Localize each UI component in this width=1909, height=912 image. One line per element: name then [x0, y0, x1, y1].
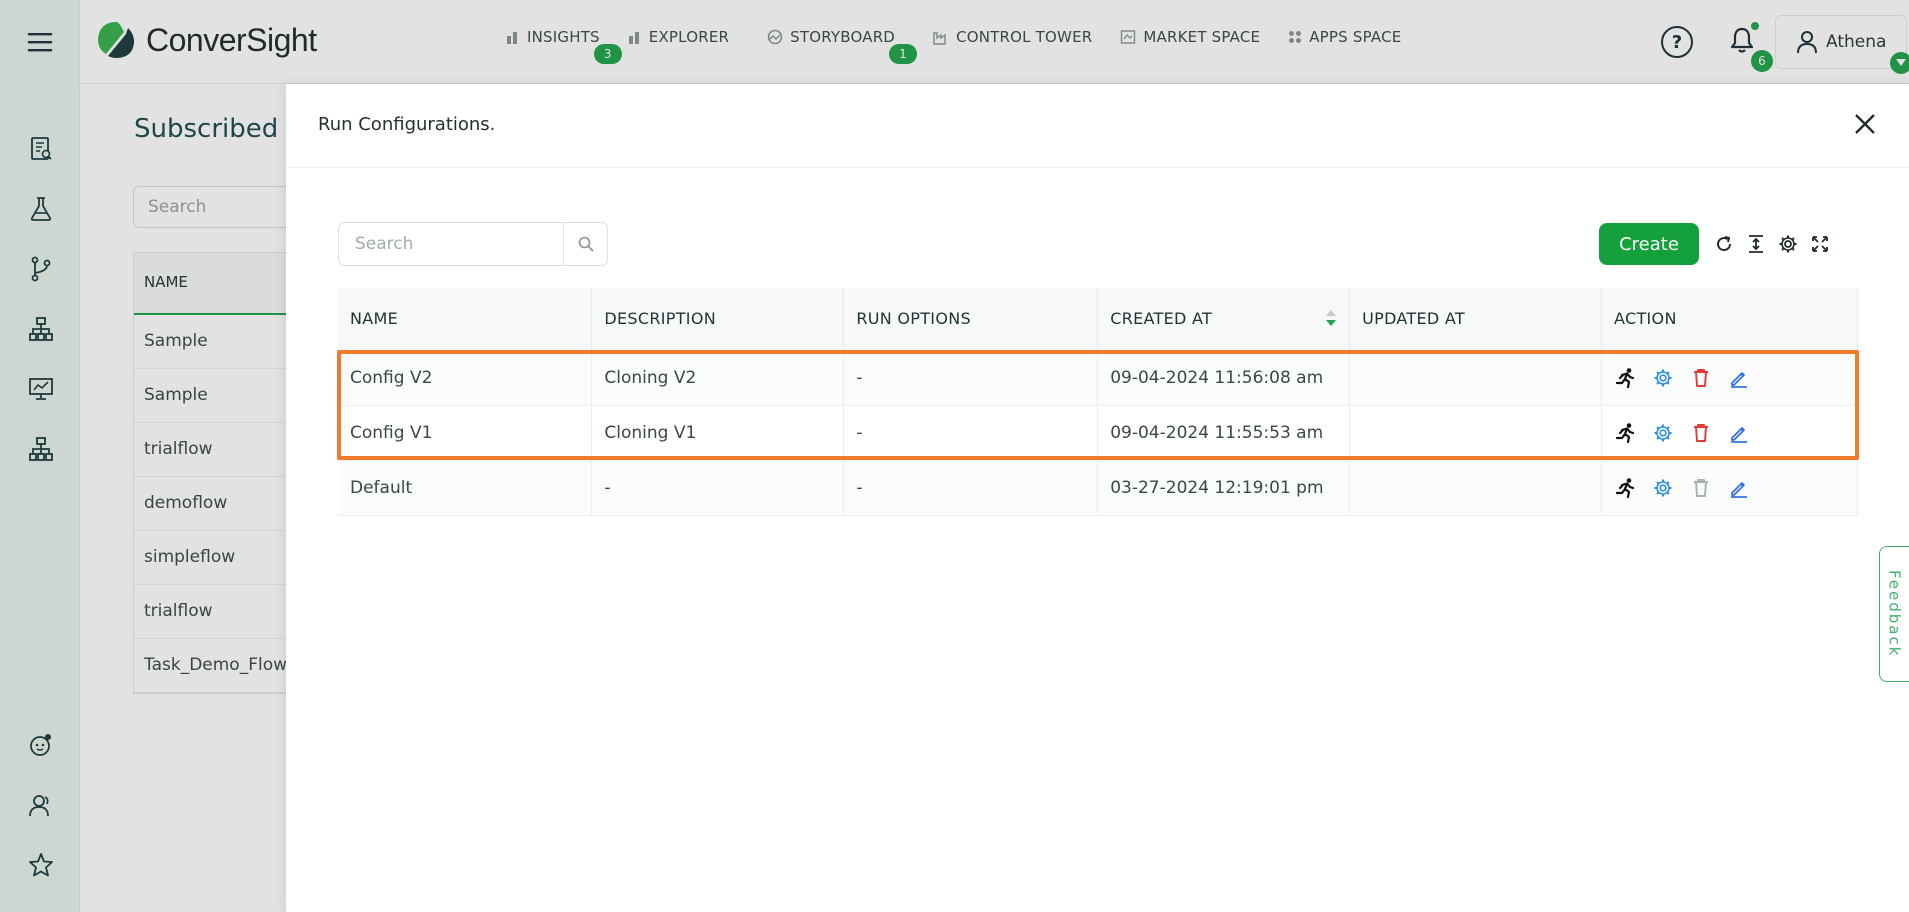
row-density-button[interactable] [1744, 232, 1768, 256]
pencil-icon [1731, 371, 1748, 388]
cell-created-at: 03-27-2024 12:19:01 pm [1097, 460, 1351, 516]
drawer-header: Run Configurations. [286, 84, 1909, 168]
text-height-icon [1749, 235, 1763, 253]
table-row[interactable]: Default - - 03-27-2024 12:19:01 pm [338, 460, 1858, 516]
column-header-name[interactable]: NAME [338, 288, 593, 351]
refresh-button[interactable] [1712, 232, 1736, 256]
delete-button[interactable] [1690, 367, 1712, 389]
edit-button[interactable] [1728, 477, 1750, 499]
cell-run-options: - [843, 405, 1099, 461]
create-button[interactable]: Create [1599, 223, 1699, 265]
run-configurations-table: NAME DESCRIPTION RUN OPTIONS CREATED AT … [338, 288, 1858, 516]
column-label: ACTION [1614, 309, 1677, 329]
gear-icon [1654, 369, 1672, 386]
cell-updated-at [1349, 460, 1603, 516]
column-label: RUN OPTIONS [856, 309, 971, 329]
cell-created-at: 09-04-2024 11:56:08 am [1097, 350, 1351, 406]
refresh-icon [1717, 236, 1732, 252]
settings-button[interactable] [1652, 367, 1674, 389]
close-button[interactable] [1851, 110, 1879, 138]
delete-button[interactable] [1690, 422, 1712, 444]
drawer-title: Run Configurations. [318, 114, 496, 135]
search-icon [578, 236, 594, 252]
pencil-icon [1731, 481, 1748, 498]
cell-run-options: - [843, 460, 1099, 516]
search-button[interactable] [563, 223, 607, 265]
edit-button[interactable] [1728, 367, 1750, 389]
delete-button-disabled [1690, 477, 1712, 499]
run-icon [1615, 477, 1635, 498]
settings-button[interactable] [1652, 422, 1674, 444]
run-icon [1615, 422, 1635, 443]
column-label: NAME [350, 309, 399, 329]
column-header-description[interactable]: DESCRIPTION [591, 288, 845, 351]
run-configurations-drawer: Run Configurations. Create NAME DESCRIPT… [286, 84, 1909, 912]
run-button[interactable] [1614, 422, 1636, 444]
column-label: UPDATED AT [1362, 309, 1465, 329]
column-header-created-at[interactable]: CREATED AT [1097, 288, 1351, 351]
feedback-label: Feedback [1885, 570, 1904, 658]
cell-name: Config V1 [338, 405, 593, 461]
sort-icon [1326, 310, 1337, 327]
run-icon [1615, 367, 1635, 388]
cell-actions [1601, 405, 1858, 461]
gear-icon [1654, 479, 1672, 496]
trash-icon [1694, 368, 1709, 387]
close-icon [1855, 114, 1875, 134]
search-box [338, 222, 608, 266]
cell-created-at: 09-04-2024 11:55:53 am [1097, 405, 1351, 461]
cell-actions [1601, 350, 1858, 406]
trash-icon [1694, 478, 1709, 497]
table-row[interactable]: Config V2 Cloning V2 - 09-04-2024 11:56:… [338, 350, 1858, 406]
feedback-tab[interactable]: Feedback [1879, 546, 1909, 682]
column-label: CREATED AT [1110, 309, 1213, 329]
run-button[interactable] [1614, 477, 1636, 499]
cell-description: Cloning V2 [591, 350, 845, 406]
edit-button[interactable] [1728, 422, 1750, 444]
cell-description: Cloning V1 [591, 405, 845, 461]
column-header-run-options[interactable]: RUN OPTIONS [843, 288, 1099, 351]
column-header-updated-at[interactable]: UPDATED AT [1349, 288, 1603, 351]
search-input[interactable] [339, 223, 563, 265]
cell-name: Config V2 [338, 350, 593, 406]
cell-updated-at [1349, 405, 1603, 461]
gear-icon [1654, 424, 1672, 441]
table-header-row: NAME DESCRIPTION RUN OPTIONS CREATED AT … [338, 288, 1858, 351]
cell-description: - [591, 460, 845, 516]
cell-name: Default [338, 460, 593, 516]
column-header-action: ACTION [1601, 288, 1858, 351]
cell-actions [1601, 460, 1858, 516]
fullscreen-button[interactable] [1808, 232, 1832, 256]
column-label: DESCRIPTION [604, 309, 716, 329]
table-row[interactable]: Config V1 Cloning V1 - 09-04-2024 11:55:… [338, 405, 1858, 461]
cell-run-options: - [843, 350, 1099, 406]
column-settings-button[interactable] [1776, 232, 1800, 256]
trash-icon [1694, 423, 1709, 442]
pencil-icon [1731, 426, 1748, 443]
settings-button[interactable] [1652, 477, 1674, 499]
sort-indicator[interactable] [1325, 309, 1337, 327]
fullscreen-icon [1812, 236, 1828, 252]
run-button[interactable] [1614, 367, 1636, 389]
gear-icon [1779, 235, 1797, 253]
cell-updated-at [1349, 350, 1603, 406]
